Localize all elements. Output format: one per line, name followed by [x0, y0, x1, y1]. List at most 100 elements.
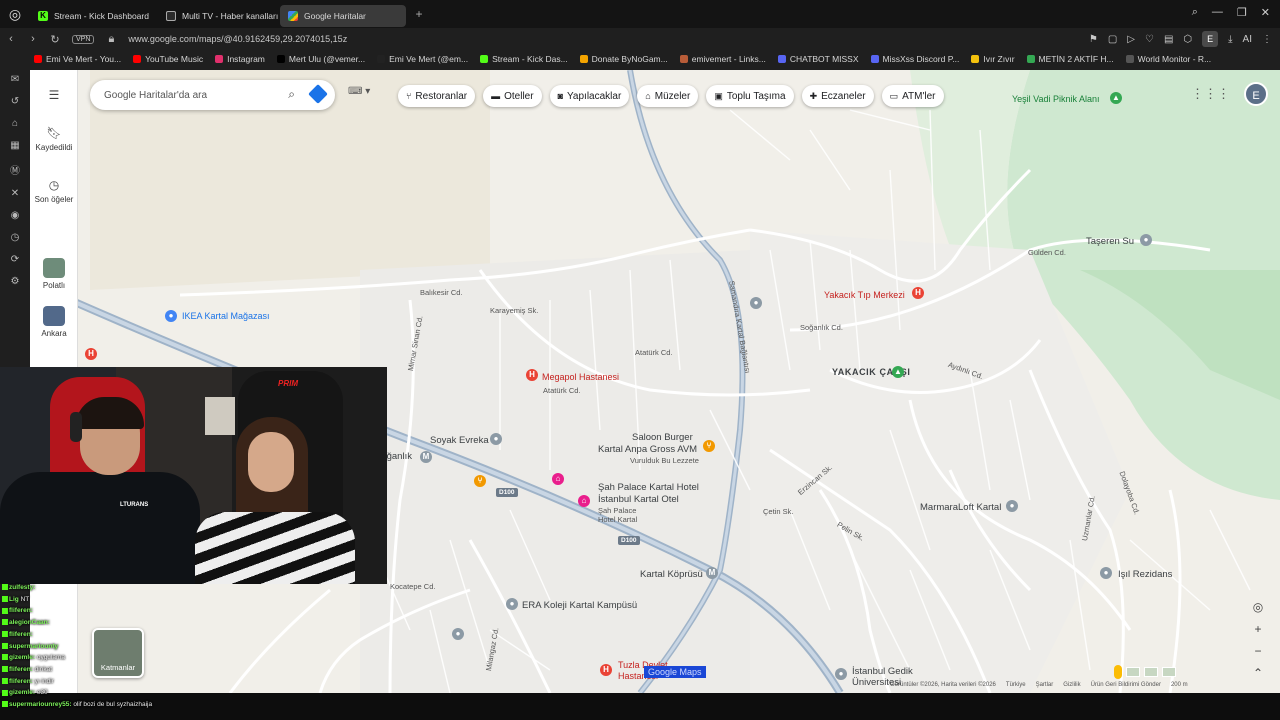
settings-icon[interactable]: ⚙ [11, 276, 20, 287]
close-window-button[interactable]: ✕ [1261, 6, 1270, 19]
sync-icon[interactable]: ⟳ [11, 254, 19, 265]
directions-icon[interactable] [308, 84, 328, 104]
place-megapol[interactable]: Megapol Hastanesi [542, 372, 619, 382]
tab-multi-tv[interactable]: Multi TV - Haber kanalları [158, 5, 280, 27]
gallery-icon[interactable]: ▦ [10, 140, 19, 151]
bookmark-item[interactable]: METİN 2 AKTİF H... [1026, 54, 1114, 64]
history-icon[interactable]: ↺ [11, 96, 19, 107]
google-apps-icon[interactable]: ⋮⋮⋮ [1191, 86, 1230, 102]
my-location-icon[interactable]: ◎ [1253, 600, 1263, 614]
footer-link[interactable]: Şartlar [1036, 682, 1054, 692]
bookmark-item[interactable]: MissXss Discord P... [870, 54, 959, 64]
chip-restoranlar[interactable]: ⑂ Restoranlar [398, 85, 476, 107]
messenger-icon[interactable]: ✉ [11, 74, 19, 85]
music-icon[interactable]: ◉ [11, 210, 20, 221]
hotel-icon[interactable]: ⌂ [578, 495, 590, 507]
imagery-thumbnail[interactable] [1162, 667, 1176, 677]
bookmark-item[interactable]: Instagram [215, 54, 265, 64]
screenshot-icon[interactable]: ▢ [1108, 34, 1117, 45]
bookmark-item[interactable]: Stream - Kick Das... [480, 54, 568, 64]
place-kartal-koprusu[interactable]: Kartal Köprüsü [640, 569, 703, 580]
place-soyak[interactable]: Soyak Evreka [430, 435, 489, 446]
bookmark-item[interactable]: Emi Ve Mert - You... [34, 54, 121, 64]
place-taseren[interactable]: Taşeren Su [1086, 236, 1134, 247]
imagery-thumbnail[interactable] [1144, 667, 1158, 677]
bookmark-item[interactable]: World Monitor - R... [1125, 54, 1211, 64]
workspace-icon[interactable]: ⌂ [12, 118, 18, 129]
hospital-icon[interactable]: H [912, 287, 924, 299]
bookmark-item[interactable]: YouTube Music [133, 54, 203, 64]
search-input[interactable]: Google Haritalar'da ara [104, 90, 207, 101]
place-sah-palace-line2[interactable]: İstanbul Kartal Otel [598, 494, 679, 505]
place-pin-icon[interactable]: ● [750, 297, 762, 309]
hotel-icon[interactable]: ⌂ [552, 473, 564, 485]
x-icon[interactable]: ✕ [11, 188, 19, 199]
place-pin-icon[interactable]: ● [1140, 234, 1152, 246]
new-tab-button[interactable]: + [412, 7, 426, 21]
expand-icon[interactable]: ⌃ [1253, 666, 1263, 680]
restore-button[interactable]: ❐ [1237, 6, 1247, 19]
place-saloon-burger-line2[interactable]: Kartal Anpa Gross AVM [598, 444, 697, 455]
tab-google-maps[interactable]: Google Haritalar [280, 4, 406, 27]
place-era-koleji[interactable]: ERA Koleji Kartal Kampüsü [522, 600, 637, 611]
menu-icon[interactable]: ⋮ [1262, 34, 1272, 45]
place-pin-icon[interactable]: ● [490, 433, 502, 445]
search-tabs-icon[interactable]: ⌕ [1192, 6, 1198, 19]
chip-eczaneler[interactable]: ✚ Eczaneler [801, 85, 874, 107]
profile-avatar[interactable]: E [1202, 31, 1219, 47]
footer-link[interactable]: Ürün Geri Bildirimi Gönder [1091, 682, 1161, 692]
ai-button[interactable]: AI [1243, 34, 1252, 45]
place-yesil-vadi[interactable]: Yeşil Vadi Piknik Alanı [1012, 94, 1100, 104]
hospital-icon[interactable]: H [526, 369, 538, 381]
url-field[interactable]: www.google.com/maps/@40.9162459,29.20740… [128, 34, 347, 44]
school-icon[interactable]: ● [835, 668, 847, 680]
chip-müzeler[interactable]: ⌂ Müzeler [637, 85, 699, 107]
zoom-in-button[interactable]: + [1254, 622, 1261, 636]
bookmark-item[interactable]: emivemert - Links... [679, 54, 766, 64]
wallet-icon[interactable]: ▤ [1164, 34, 1173, 45]
park-icon[interactable]: ▲ [892, 366, 904, 378]
vpn-badge[interactable]: VPN [72, 34, 95, 44]
hospital-icon[interactable]: H [600, 664, 612, 676]
downloads-icon[interactable]: ⤓ [1228, 34, 1232, 45]
reload-button[interactable]: ↻ [44, 33, 66, 46]
extensions-icon[interactable]: ⬡ [1183, 34, 1192, 45]
bookmark-item[interactable]: Ivır Zıvır [971, 54, 1015, 64]
bookmark-item[interactable]: Emi Ve Mert (@em... [377, 54, 468, 64]
heart-icon[interactable]: ♡ [1145, 34, 1154, 45]
chip-oteller[interactable]: ▬ Oteller [483, 85, 542, 107]
place-saloon-burger[interactable]: Saloon Burger [632, 432, 693, 443]
pegman-icon[interactable] [1114, 665, 1122, 679]
bookmark-item[interactable]: CHATBOT MISSX [777, 54, 859, 64]
bookmark-page-icon[interactable]: ⚑ [1089, 34, 1098, 45]
place-pin-icon[interactable]: ● [1100, 567, 1112, 579]
place-pin-icon[interactable]: ● [452, 628, 464, 640]
place-sah-palace[interactable]: Şah Palace Kartal Hotel [598, 482, 699, 493]
chip-atm-ler[interactable]: ▭ ATM'ler [881, 85, 944, 107]
place-yakacik-tip[interactable]: Yakacık Tıp Merkezi [824, 290, 905, 300]
footer-link[interactable]: Türkiye [1006, 682, 1026, 692]
saved-button[interactable]: 🔖︎ Kaydedildi [30, 126, 78, 152]
bookmark-item[interactable]: Donate ByNoGam... [579, 54, 668, 64]
back-button[interactable]: ‹ [0, 33, 22, 45]
hospital-icon[interactable]: H [85, 348, 97, 360]
store-icon[interactable]: ● [165, 310, 177, 322]
restaurant-icon[interactable]: ⑂ [703, 440, 715, 452]
recent-place-ankara[interactable]: Ankara [30, 306, 78, 338]
bookmark-item[interactable]: Mert Ulu (@vemer... [276, 54, 365, 64]
place-pin-icon[interactable]: ● [1006, 500, 1018, 512]
search-icon[interactable]: ⌕ [288, 87, 295, 102]
school-icon[interactable]: ● [506, 598, 518, 610]
maps-menu-button[interactable]: ☰ [30, 88, 78, 105]
chip-toplu-taşıma[interactable]: ▣ Toplu Taşıma [706, 85, 794, 107]
recent-button[interactable]: ◷ Son öğeler [30, 178, 78, 204]
transit-station-icon[interactable]: M [706, 567, 718, 579]
place-marmaraloft[interactable]: MarmaraLoft Kartal [920, 502, 1001, 513]
place-ikea[interactable]: IKEA Kartal Mağazası [182, 311, 270, 321]
keyboard-input-icon[interactable]: ⌨ ▾ [348, 86, 382, 106]
footer-link[interactable]: Gizlilik [1063, 682, 1080, 692]
chip-yapılacaklar[interactable]: ◙ Yapılacaklar [549, 85, 630, 107]
tab-kick-dashboard[interactable]: K Stream - Kick Dashboard [30, 5, 158, 27]
forward-button[interactable]: › [22, 33, 44, 45]
place-gedik[interactable]: İstanbul Gedik [852, 666, 913, 677]
